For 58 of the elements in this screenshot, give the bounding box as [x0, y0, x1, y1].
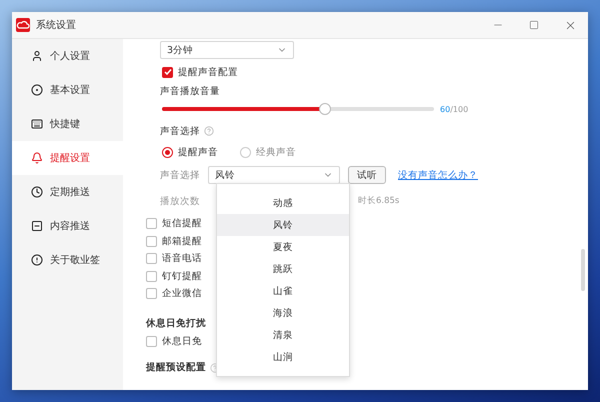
- dropdown-item[interactable]: 海浪: [217, 302, 349, 324]
- radio-label: 提醒声音: [178, 146, 218, 158]
- dropdown-item[interactable]: 山雀: [217, 280, 349, 302]
- volume-slider[interactable]: [162, 103, 434, 115]
- keyboard-icon: [31, 118, 43, 130]
- app-logo-icon: [16, 18, 30, 32]
- checkbox-label: 企业微信: [162, 287, 202, 300]
- checkbox[interactable]: [146, 270, 157, 282]
- dropdown-item[interactable]: 风铃: [217, 214, 349, 236]
- checkbox[interactable]: [146, 236, 157, 247]
- radio-button[interactable]: [162, 146, 173, 158]
- section-heading: 休息日免打扰: [146, 317, 206, 330]
- sidebar-item[interactable]: 定期推送: [12, 175, 123, 209]
- volume-value: 60: [440, 104, 450, 114]
- duration-text: 时长6.85s: [358, 195, 400, 207]
- radio-label: 经典声音: [256, 146, 296, 158]
- checkbox[interactable]: [146, 218, 157, 230]
- sidebar-item[interactable]: 内容推送: [12, 209, 123, 243]
- sidebar-item[interactable]: 个人设置: [12, 39, 123, 73]
- sidebar-item[interactable]: 快捷键: [12, 107, 123, 141]
- checkbox[interactable]: [162, 66, 173, 78]
- maximize-icon: [529, 20, 539, 30]
- slider-thumb[interactable]: [319, 103, 332, 115]
- checkbox-label: 钉钉提醒: [162, 270, 202, 283]
- sidebar-item[interactable]: 基本设置: [12, 73, 123, 107]
- scrollbar-thumb[interactable]: [581, 249, 585, 291]
- window-title: 系统设置: [36, 18, 77, 32]
- field-label: 声音选择: [160, 168, 200, 182]
- target-icon: [31, 84, 43, 96]
- section-heading: 声音选择: [160, 124, 200, 138]
- checkbox[interactable]: [146, 253, 157, 264]
- bell-icon: [31, 152, 43, 164]
- interval-select[interactable]: 3分钟: [160, 41, 294, 59]
- section-heading: 提醒预设配置: [146, 361, 206, 374]
- dropdown-item[interactable]: 清泉: [217, 324, 349, 346]
- user-icon: [31, 50, 43, 62]
- dropdown-item[interactable]: 动感: [217, 192, 349, 214]
- dropdown-item[interactable]: 山涧: [217, 346, 349, 368]
- volume-label: 声音播放音量: [160, 84, 220, 98]
- volume-max: /100: [450, 104, 468, 114]
- sidebar-item[interactable]: 关于敬业签: [12, 243, 123, 277]
- alert-icon: [31, 254, 43, 266]
- help-icon: [204, 126, 214, 136]
- help-link[interactable]: 没有声音怎么办？: [398, 168, 478, 182]
- test-button[interactable]: 试听: [348, 166, 386, 184]
- checkbox-label: 提醒声音配置: [178, 66, 238, 78]
- checkbox-label: 短信提醒: [162, 217, 202, 230]
- checkbox-label: 邮箱提醒: [162, 234, 202, 248]
- square-icon: [31, 220, 43, 232]
- sidebar-item[interactable]: 提醒设置: [12, 141, 123, 175]
- checkbox[interactable]: [146, 336, 157, 347]
- checkbox[interactable]: [146, 288, 157, 300]
- clock-icon: [31, 186, 43, 198]
- checkbox-label: 语音电话: [162, 252, 202, 266]
- field-label: 播放次数: [160, 194, 200, 208]
- checkbox-label: 休息日免: [162, 335, 202, 348]
- dropdown-item[interactable]: 跳跃: [217, 258, 349, 280]
- dropdown-item[interactable]: 夏夜: [217, 236, 349, 258]
